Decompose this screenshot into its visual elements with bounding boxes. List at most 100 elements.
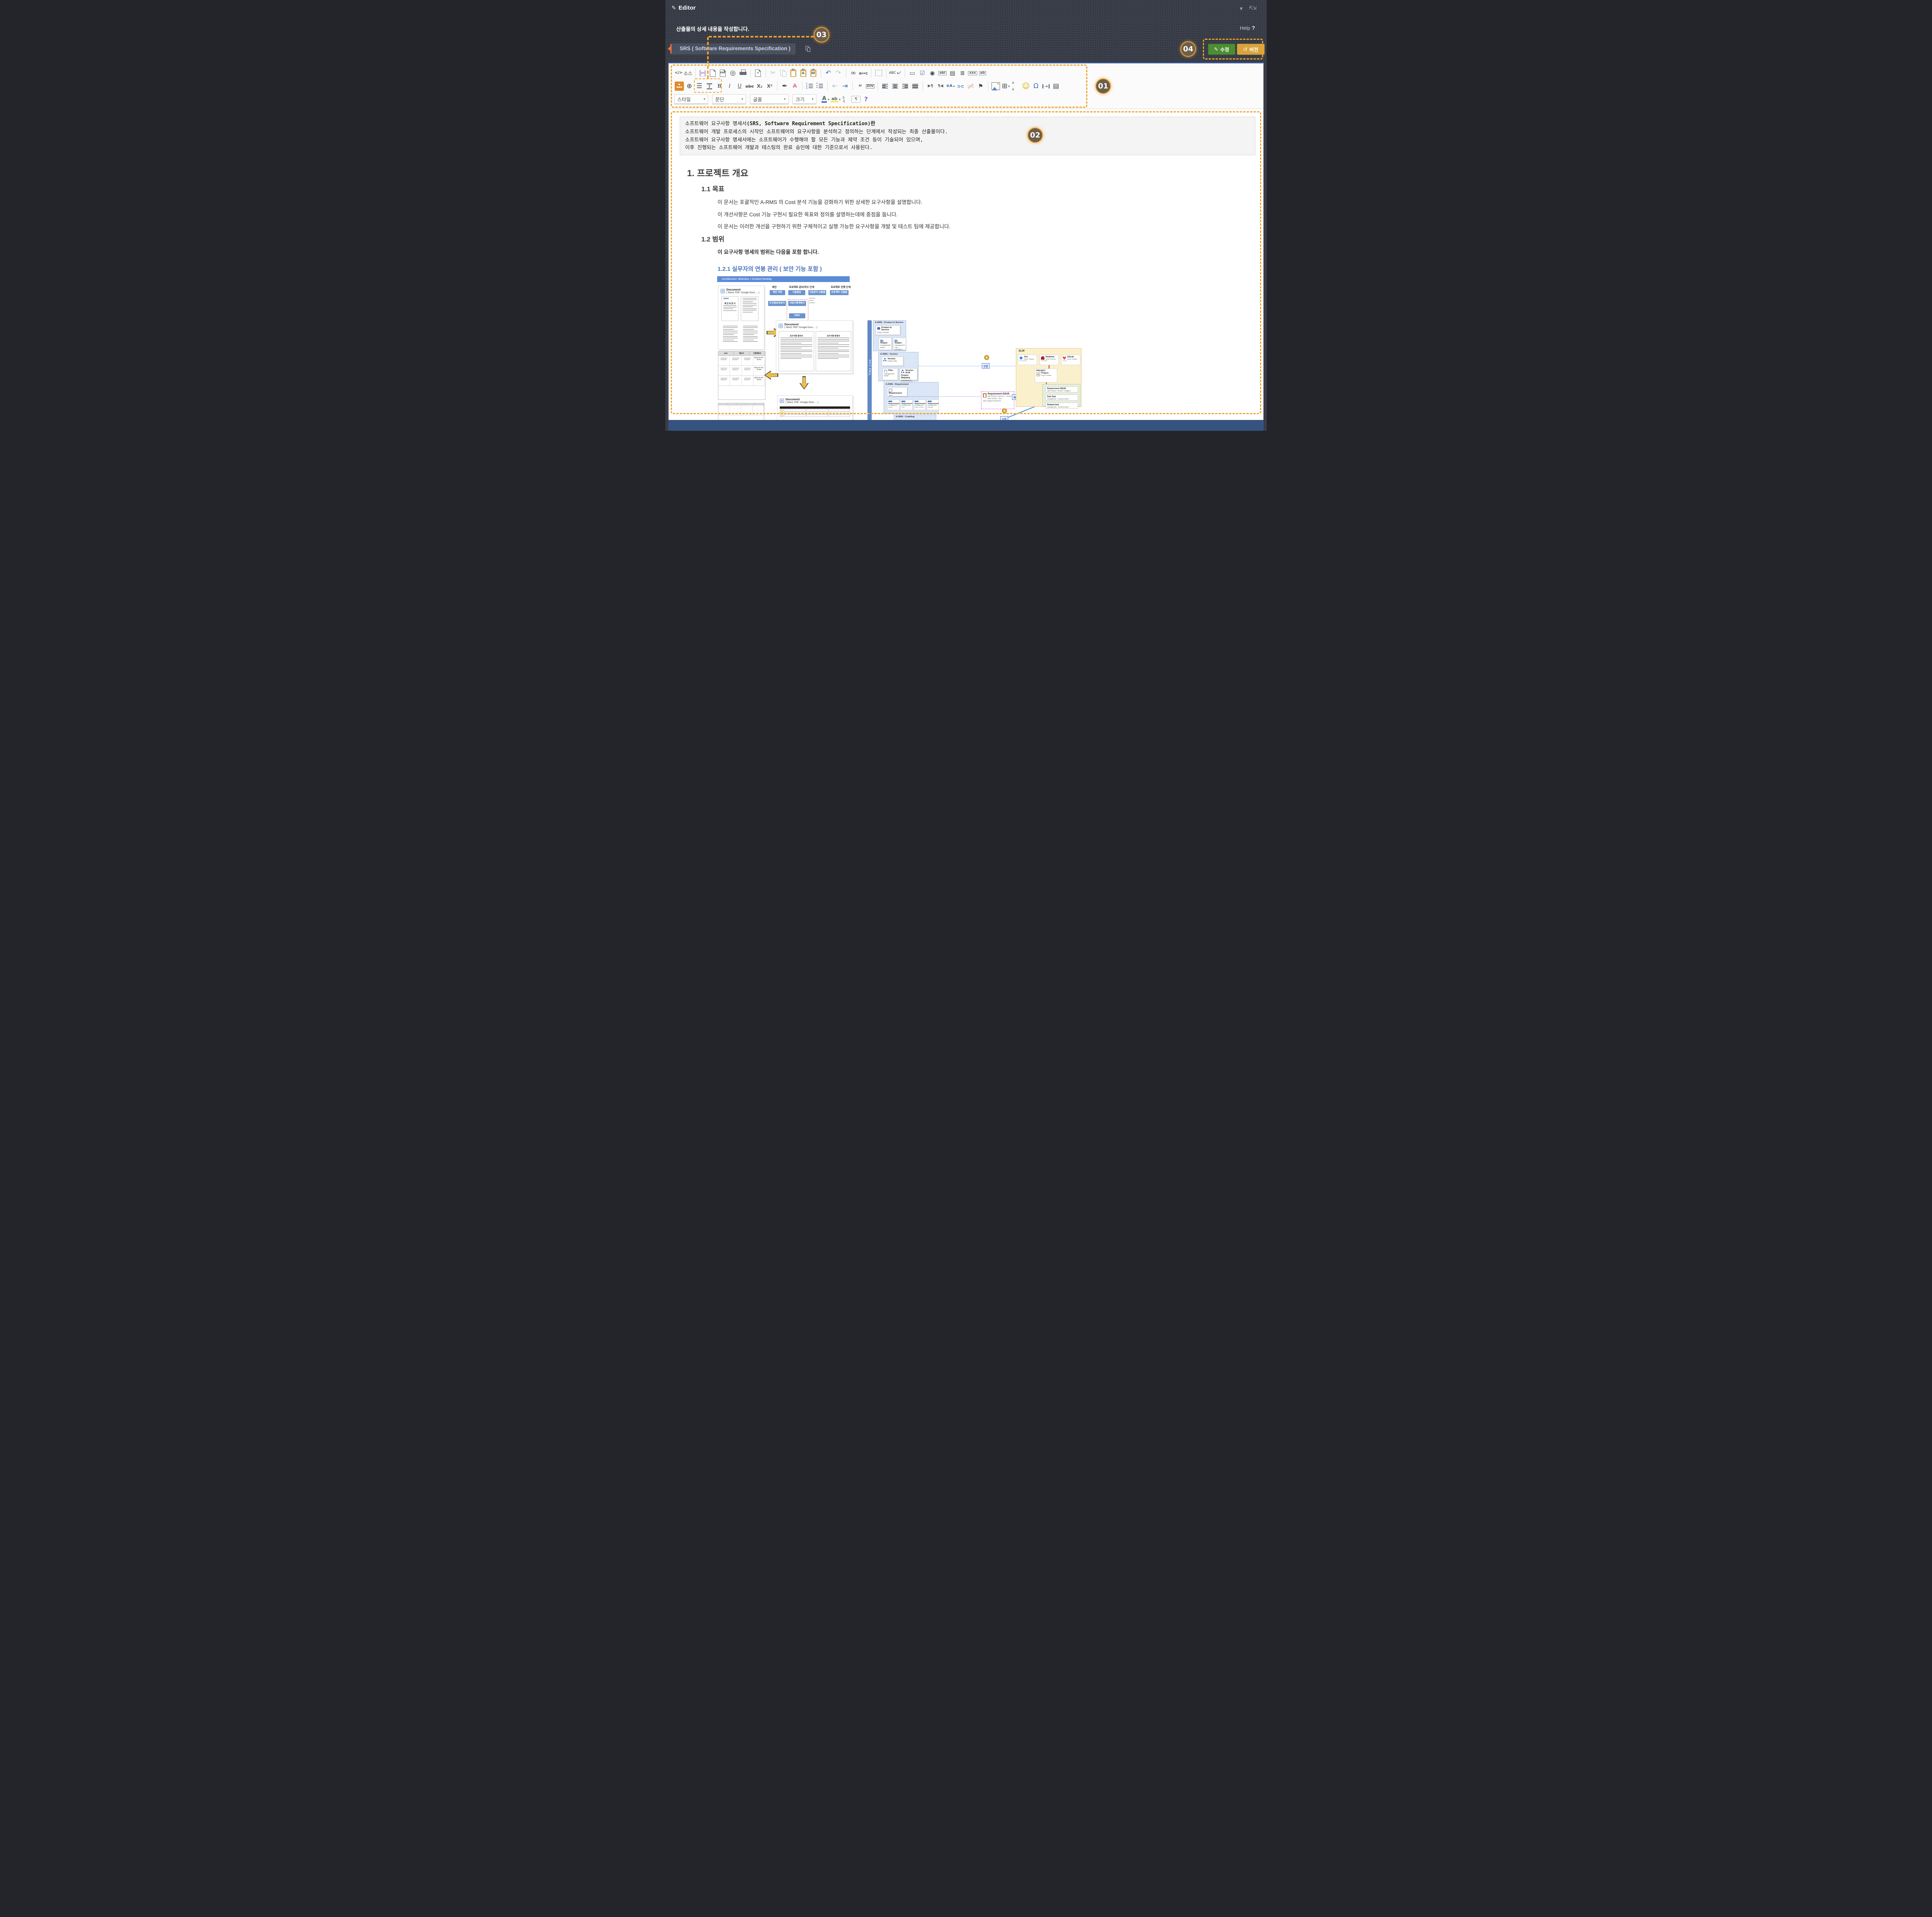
- numbered-list-icon[interactable]: ☰: [805, 82, 815, 91]
- text-color-icon[interactable]: A▾: [821, 95, 830, 104]
- language-icon[interactable]: ⊕A▾: [946, 82, 955, 91]
- paste-text-icon[interactable]: A: [799, 68, 808, 78]
- process-flowchart: 제안프로젝트 준비/착수 단계프로젝트 진행 단계 제안 과정기술협상사업관리 …: [767, 285, 851, 322]
- collapse-chevron-icon[interactable]: ▾: [1240, 5, 1243, 12]
- attach-icon[interactable]: ⊕: [685, 82, 694, 91]
- image-icon[interactable]: [991, 82, 1000, 91]
- vertical-margin-icon[interactable]: ↕: [705, 82, 714, 91]
- line-spacing-icon[interactable]: ☰: [695, 82, 704, 91]
- intro-quote-box: 소프트웨어 요구사항 명세서(SRS, Software Requirement…: [680, 117, 1255, 155]
- unlink-icon[interactable]: ⊃⊂: [966, 82, 975, 91]
- radio-icon[interactable]: ◉: [928, 68, 937, 78]
- font-dropdown[interactable]: 글꼴▾: [750, 94, 789, 104]
- redo-icon[interactable]: ↷: [834, 68, 843, 78]
- indent-icon[interactable]: ⇥: [840, 82, 850, 91]
- size-dropdown[interactable]: 크기▾: [793, 94, 816, 104]
- spellcheck-icon[interactable]: ABC▾: [889, 68, 902, 78]
- textarea-icon[interactable]: ▤: [948, 68, 957, 78]
- bg-color-icon[interactable]: ab▾: [831, 95, 840, 104]
- div-container-icon[interactable]: DIV: [866, 82, 875, 91]
- print-icon[interactable]: [738, 68, 748, 78]
- select-all-icon[interactable]: [874, 68, 883, 78]
- embedded-figure-documents: Architecture: Websites > Content Hosting…: [717, 275, 853, 420]
- templates-icon[interactable]: ≡: [753, 68, 763, 78]
- timeline-bar: Time Line: [867, 320, 872, 420]
- diagram-card: Outputmanagement File ( Uploader ): [893, 338, 906, 350]
- find-icon[interactable]: ∞: [849, 68, 858, 78]
- subscript-icon[interactable]: X₂: [755, 82, 764, 91]
- paste-icon[interactable]: [789, 68, 798, 78]
- paste-word-icon[interactable]: W: [809, 68, 818, 78]
- hidden-field-icon[interactable]: ab: [978, 68, 987, 78]
- alm-task-card: Sub Taskmanagement · Connect UI/UX: [1046, 394, 1078, 401]
- save-icon[interactable]: [698, 68, 707, 78]
- about-icon[interactable]: ?: [861, 95, 871, 104]
- align-left-icon[interactable]: [881, 82, 890, 91]
- bulleted-list-icon[interactable]: ☰: [815, 82, 825, 91]
- diagram-icon[interactable]: [675, 82, 684, 91]
- special-char-icon[interactable]: Ω: [1031, 82, 1041, 91]
- replace-icon[interactable]: a↔c: [859, 68, 868, 78]
- export-pdf-icon[interactable]: PDF: [718, 68, 728, 78]
- new-page-icon[interactable]: [708, 68, 718, 78]
- maximize-icon[interactable]: [841, 95, 850, 104]
- preview-icon[interactable]: ◎: [728, 68, 738, 78]
- iframe-icon[interactable]: ▤: [1051, 82, 1061, 91]
- smiley-icon[interactable]: ☺: [1021, 82, 1031, 91]
- alm-green-panel: Requirement ISSUEwith Product / Version …: [1043, 384, 1080, 406]
- arrow-left-icon: [764, 370, 778, 380]
- editor-content-area[interactable]: 소프트웨어 요구사항 명세서(SRS, Software Requirement…: [669, 109, 1263, 420]
- tracker-card-redmine: RedmineIssue TrackerREDMINE: [1039, 355, 1059, 365]
- superscript-icon[interactable]: X²: [765, 82, 774, 91]
- panel-version: A-RMS : Version VersionProject Plan Plan…: [878, 352, 918, 381]
- italic-icon[interactable]: I: [725, 82, 734, 91]
- page-break-icon[interactable]: ⇥: [1041, 82, 1051, 91]
- table-icon[interactable]: ⊞▾: [1001, 82, 1010, 91]
- button-field-icon[interactable]: xxx: [968, 68, 977, 78]
- copy-document-button[interactable]: [804, 44, 813, 53]
- remove-format-icon[interactable]: A: [790, 82, 799, 91]
- underline-icon[interactable]: U: [735, 82, 744, 91]
- form-icon[interactable]: ▭: [908, 68, 917, 78]
- paragraph-dropdown[interactable]: 문단▾: [712, 94, 746, 104]
- help-question-icon: ?: [1252, 25, 1255, 31]
- requirement-mini-card: Requirementmanagement Kanban: [927, 399, 939, 410]
- panel-requirement: A-RMS : Requirement RequirementSRS Requi…: [884, 382, 939, 414]
- anchor-icon[interactable]: ⚑: [976, 82, 985, 91]
- app-header: ✎Editor ▾ ⇱⇲: [665, 0, 1267, 17]
- align-right-icon[interactable]: [901, 82, 910, 91]
- heading-salary-management: 1.2.1 실무자의 연봉 관리 ( 보안 기능 포함 ): [718, 265, 822, 273]
- bold-icon[interactable]: B: [715, 82, 724, 91]
- align-center-icon[interactable]: [891, 82, 900, 91]
- diagram-card: Product & ServiceProject Charter: [876, 325, 900, 335]
- ltr-icon[interactable]: ▶¶: [926, 82, 935, 91]
- project-gear-icon: [1036, 372, 1040, 376]
- version-button[interactable]: ↺버전: [1237, 44, 1265, 55]
- undo-icon[interactable]: ↶: [824, 68, 833, 78]
- cut-icon[interactable]: ✂: [769, 68, 778, 78]
- help-link[interactable]: Help?: [1240, 25, 1255, 31]
- edit-pencil-icon: ✎: [672, 5, 676, 11]
- horizontal-rule-icon[interactable]: [1011, 82, 1020, 91]
- style-dropdown[interactable]: 스타일▾: [674, 94, 708, 104]
- source-icon[interactable]: </>소스: [675, 68, 692, 78]
- edit-icon: ✎: [1214, 46, 1218, 53]
- copy-icon[interactable]: [779, 68, 788, 78]
- select-field-icon[interactable]: ≣: [958, 68, 967, 78]
- copy-formatting-icon[interactable]: ✒: [780, 82, 789, 91]
- blockquote-icon[interactable]: ”: [855, 82, 865, 91]
- show-blocks-icon[interactable]: ¶: [851, 96, 861, 103]
- toolbar-row-1: </>소스 PDF◎ ≡ ✂ AW ↶↷ ∞a↔c ABC▾ ▭☑◉abl▤≣xxxab: [673, 66, 1263, 80]
- editor-page: ✎Editor ▾ ⇱⇲ 산출물의 상세 내용을 작성합니다. Help? SR…: [665, 0, 1267, 431]
- link-icon[interactable]: ⊃⊂: [956, 82, 965, 91]
- outdent-icon[interactable]: ⇤: [830, 82, 840, 91]
- align-justify-icon[interactable]: [911, 82, 920, 91]
- fullscreen-expand-icon[interactable]: ⇱⇲: [1249, 5, 1256, 11]
- checkbox-icon[interactable]: ☑: [918, 68, 927, 78]
- toolbar-separator: [802, 82, 803, 91]
- edit-button[interactable]: ✎수정: [1208, 44, 1235, 55]
- strike-icon[interactable]: abc: [745, 82, 754, 91]
- flow-box: 사업관리 산출물: [808, 290, 826, 295]
- text-field-icon[interactable]: abl: [938, 68, 947, 78]
- rtl-icon[interactable]: ¶◀: [936, 82, 945, 91]
